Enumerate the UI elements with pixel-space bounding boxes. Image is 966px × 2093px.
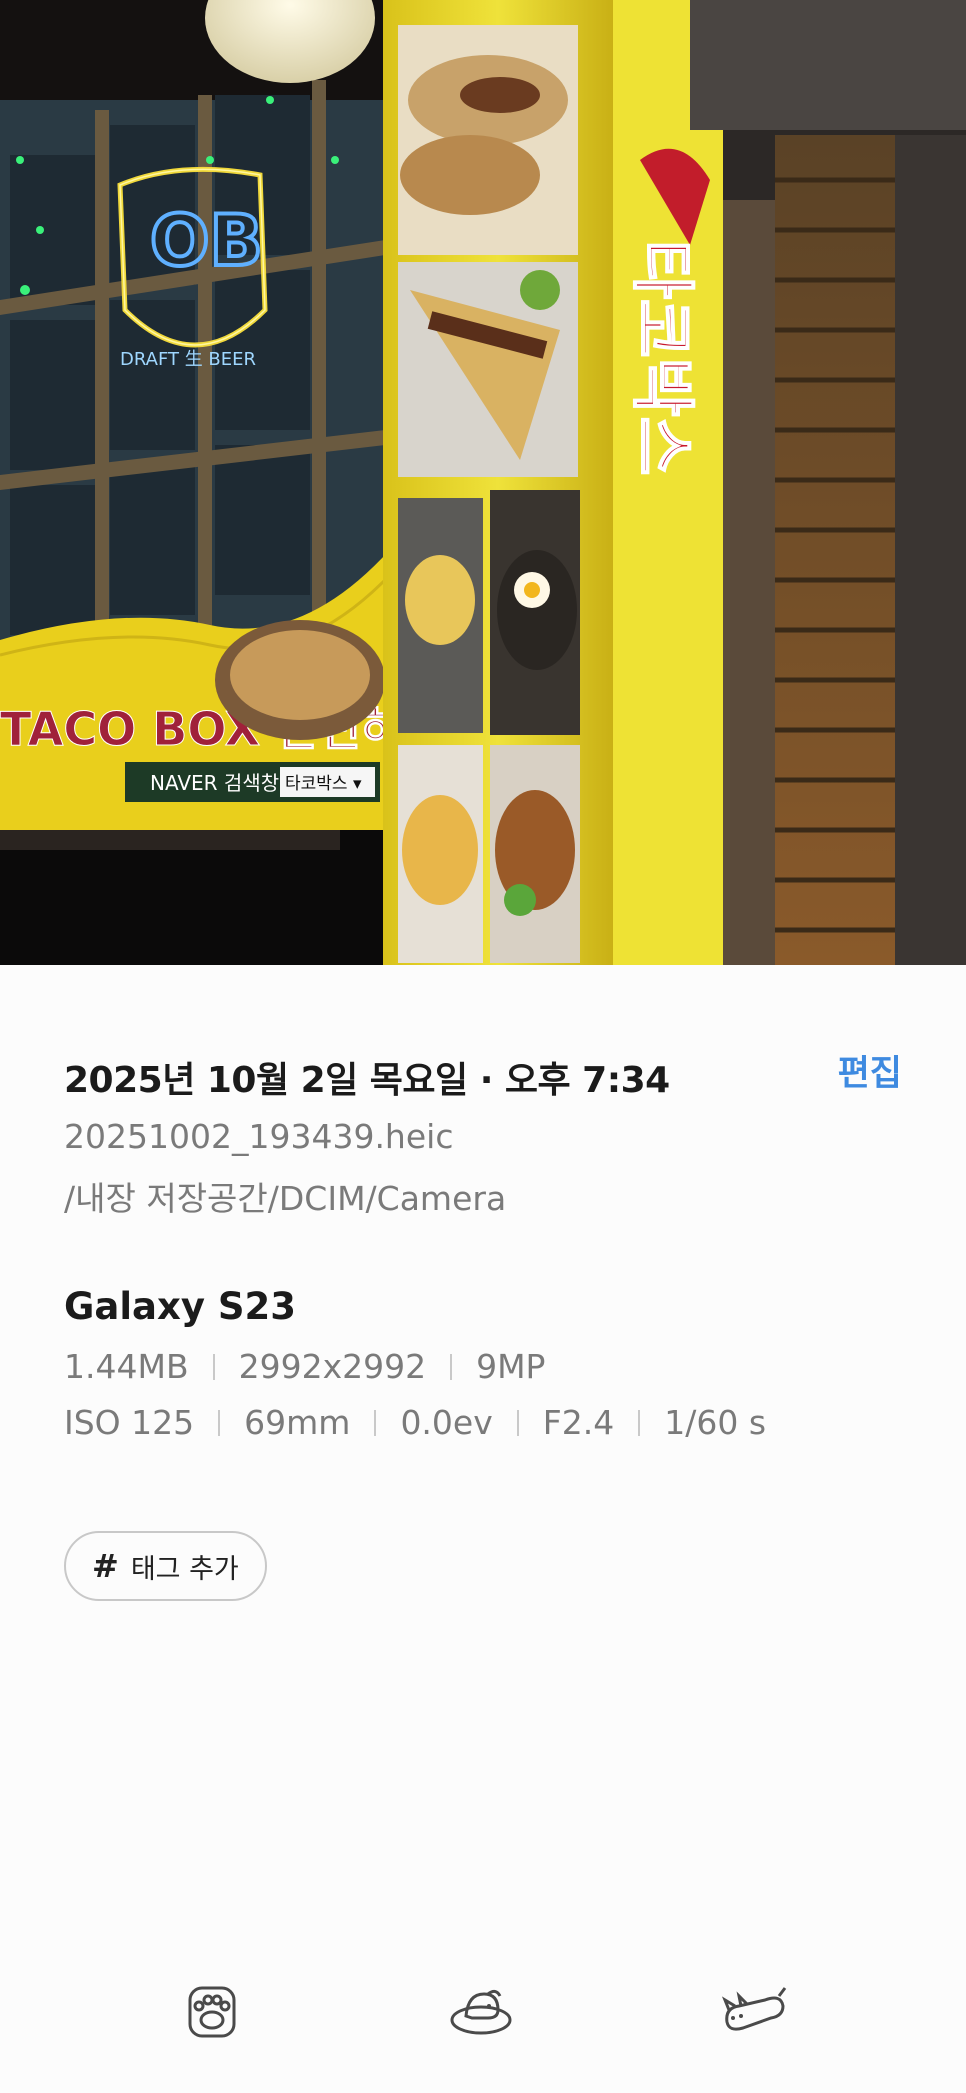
vertical-sign-text: 타코박스 bbox=[624, 240, 698, 476]
divider bbox=[212, 1353, 215, 1380]
aperture: F2.4 bbox=[542, 1403, 615, 1442]
iso: ISO 125 bbox=[64, 1403, 195, 1442]
file-path: /내장 저장공간/DCIM/Camera bbox=[64, 1179, 507, 1218]
file-size: 1.44MB bbox=[64, 1347, 189, 1386]
photo-viewer[interactable]: OB DRAFT 生 BEER TACO BOX 간편하게 맛있게 NAVER … bbox=[0, 0, 966, 965]
focal-length: 69mm bbox=[244, 1403, 351, 1442]
add-tag-button[interactable]: # 태그 추가 bbox=[64, 1531, 267, 1601]
bottom-action-bar bbox=[0, 1965, 966, 2065]
neon-sub-text: DRAFT 生 BEER bbox=[120, 349, 256, 370]
add-tag-label: 태그 추가 bbox=[130, 1553, 239, 1585]
shutter-speed: 1/60 s bbox=[664, 1403, 767, 1442]
photo-image: OB DRAFT 生 BEER TACO BOX 간편하게 맛있게 NAVER … bbox=[0, 0, 966, 965]
flying-cat-button[interactable] bbox=[709, 1965, 799, 2055]
divider bbox=[638, 1409, 641, 1436]
device-name: Galaxy S23 bbox=[64, 1285, 296, 1328]
divider bbox=[450, 1353, 453, 1380]
divider bbox=[516, 1409, 519, 1436]
date-time: 2025년 10월 2일 목요일 · 오후 7:34 bbox=[64, 1060, 670, 1101]
megapixels: 9MP bbox=[476, 1347, 546, 1386]
hash-icon: # bbox=[92, 1547, 119, 1585]
divider bbox=[374, 1409, 377, 1436]
paw-icon bbox=[188, 1986, 236, 2038]
paw-button[interactable] bbox=[167, 1965, 257, 2055]
spec-row-camera: ISO 125 69mm 0.0ev F2.4 1/60 s bbox=[64, 1403, 766, 1442]
details-panel: 2025년 10월 2일 목요일 · 오후 7:34 편집 20251002_1… bbox=[0, 965, 966, 2093]
divider bbox=[218, 1409, 221, 1436]
naver-search-text: 타코박스 ▾ bbox=[285, 774, 362, 794]
spec-row-file: 1.44MB 2992x2992 9MP bbox=[64, 1347, 545, 1386]
naver-text: NAVER 검색창에 bbox=[150, 771, 298, 795]
file-name: 20251002_193439.heic bbox=[64, 1117, 454, 1156]
flying-cat-icon bbox=[721, 1987, 787, 2031]
resolution: 2992x2992 bbox=[238, 1347, 427, 1386]
edit-button[interactable]: 편집 bbox=[838, 1045, 902, 1096]
neon-ob-text: OB bbox=[150, 200, 263, 282]
exposure-value: 0.0ev bbox=[400, 1403, 493, 1442]
pet-bed-button[interactable] bbox=[436, 1965, 526, 2055]
pet-bed-icon bbox=[450, 1989, 512, 2035]
